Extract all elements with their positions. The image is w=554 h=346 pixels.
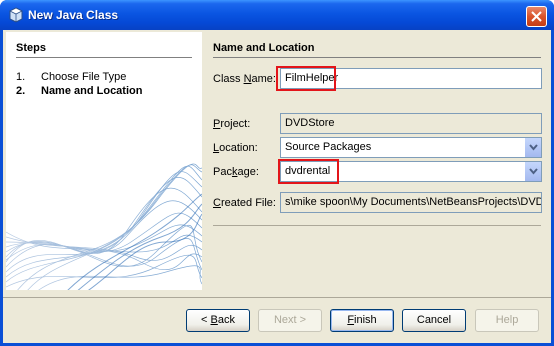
step-label: Name and Location: [41, 85, 143, 97]
location-value: Source Packages: [285, 141, 372, 153]
step-label: Choose File Type: [41, 71, 127, 83]
location-dropdown-button[interactable]: [524, 138, 541, 157]
location-label: Location:: [213, 142, 258, 154]
class-name-label: Class Name:: [213, 73, 276, 85]
wave-decoration-image: [6, 163, 202, 290]
window-title: New Java Class: [28, 8, 119, 22]
class-name-highlight: [276, 66, 336, 91]
step-number: 1.: [16, 71, 26, 83]
step-number: 2.: [16, 85, 26, 97]
close-icon: [531, 11, 542, 22]
package-dropdown-button[interactable]: [524, 162, 541, 181]
location-select[interactable]: Source Packages: [280, 137, 542, 158]
dialog-window: New Java Class Steps 1. Choose File Type …: [0, 0, 554, 346]
next-button[interactable]: Next >: [258, 309, 322, 332]
chevron-down-icon: [529, 144, 538, 151]
steps-title: Steps: [16, 42, 46, 54]
close-button[interactable]: [526, 6, 547, 27]
section-title: Name and Location: [213, 42, 315, 54]
package-highlight: [278, 159, 339, 184]
project-field: DVDStore: [280, 113, 542, 134]
section-divider: [213, 57, 541, 58]
back-button[interactable]: < Back: [186, 309, 250, 332]
step-item-2: 2. Name and Location: [16, 85, 142, 97]
step-item-1: 1. Choose File Type: [16, 71, 126, 83]
cancel-button[interactable]: Cancel: [402, 309, 466, 332]
form-divider: [213, 225, 541, 226]
chevron-down-icon: [529, 168, 538, 175]
package-label: Package:: [213, 166, 259, 178]
created-file-label: Created File:: [213, 197, 276, 209]
help-button[interactable]: Help: [475, 309, 539, 332]
java-class-icon: [8, 7, 24, 23]
created-file-field[interactable]: s\mike spoon\My Documents\NetBeansProjec…: [280, 192, 542, 213]
project-label: Project:: [213, 118, 251, 130]
button-bar-divider: [3, 297, 551, 298]
steps-divider: [16, 57, 192, 58]
steps-panel: Steps 1. Choose File Type 2. Name and Loca…: [6, 32, 202, 290]
finish-button[interactable]: Finish: [330, 309, 394, 332]
dialog-body: Steps 1. Choose File Type 2. Name and Loca…: [3, 30, 551, 343]
title-bar[interactable]: New Java Class: [0, 0, 554, 30]
